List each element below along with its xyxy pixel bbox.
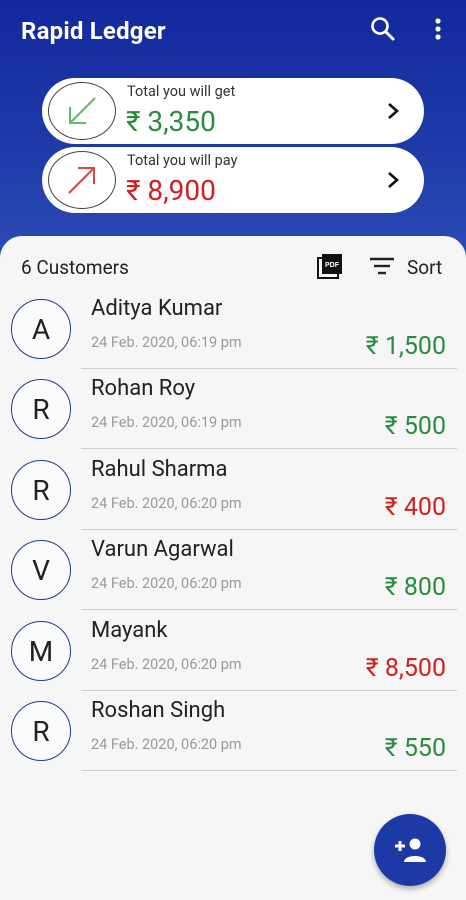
more-options-button[interactable]	[426, 14, 450, 44]
customer-name: Rohan Roy	[91, 376, 196, 401]
header: Rapid Ledger Total you will get ₹ 3,350	[0, 0, 466, 260]
divider	[81, 368, 457, 369]
total-pay-amount: ₹ 8,900	[126, 174, 216, 207]
card-icon-circle	[48, 82, 116, 140]
more-vert-icon	[435, 18, 441, 40]
chevron-right-icon	[388, 103, 399, 119]
app-title: Rapid Ledger	[21, 17, 166, 45]
add-customer-button[interactable]	[374, 814, 446, 886]
customer-date: 24 Feb. 2020, 06:20 pm	[91, 495, 242, 512]
customer-amount: ₹ 8,500	[365, 654, 446, 683]
divider	[81, 529, 457, 530]
arrow-down-left-icon	[69, 97, 96, 124]
total-pay-label: Total you will pay	[127, 152, 238, 169]
avatar: V	[11, 540, 71, 600]
customer-row[interactable]: V Varun Agarwal 24 Feb. 2020, 06:20 pm ₹ 80…	[0, 537, 466, 618]
total-get-card[interactable]: Total you will get ₹ 3,350	[42, 78, 424, 144]
avatar: M	[11, 621, 71, 681]
divider	[81, 448, 457, 449]
pdf-icon: PDF	[317, 254, 342, 279]
chevron-right-icon	[388, 172, 399, 188]
customer-row[interactable]: R Roshan Singh 24 Feb. 2020, 06:20 pm ₹ 550	[0, 698, 466, 779]
customer-row[interactable]: A Aditya Kumar 24 Feb. 2020, 06:19 pm ₹ 1,5…	[0, 296, 466, 377]
divider	[81, 609, 457, 610]
customer-amount: ₹ 550	[384, 734, 446, 763]
card-icon-circle	[48, 151, 116, 209]
sort-icon[interactable]	[369, 256, 395, 276]
customer-row[interactable]: M Mayank 24 Feb. 2020, 06:20 pm ₹ 8,500	[0, 618, 466, 699]
customer-amount: ₹ 800	[384, 573, 446, 602]
search-icon	[371, 17, 395, 41]
divider	[81, 770, 457, 771]
customer-amount: ₹ 400	[384, 493, 446, 522]
search-button[interactable]	[368, 14, 398, 44]
total-pay-card[interactable]: Total you will pay ₹ 8,900	[42, 147, 424, 213]
arrow-up-right-icon	[68, 167, 95, 194]
sort-button[interactable]: Sort	[407, 256, 442, 279]
customer-amount: ₹ 1,500	[365, 332, 446, 361]
customer-date: 24 Feb. 2020, 06:19 pm	[91, 334, 242, 351]
customer-date: 24 Feb. 2020, 06:20 pm	[91, 656, 242, 673]
customer-row[interactable]: R Rohan Roy 24 Feb. 2020, 06:19 pm ₹ 500	[0, 376, 466, 457]
customer-name: Mayank	[91, 618, 168, 643]
avatar: A	[11, 299, 71, 359]
customer-date: 24 Feb. 2020, 06:20 pm	[91, 575, 242, 592]
pdf-export-button[interactable]: PDF	[316, 252, 344, 280]
divider	[81, 690, 457, 691]
avatar: R	[11, 379, 71, 439]
avatar: R	[11, 460, 71, 520]
add-person-icon	[395, 838, 426, 862]
total-get-label: Total you will get	[127, 83, 236, 100]
customer-name: Varun Agarwal	[91, 537, 234, 562]
customer-date: 24 Feb. 2020, 06:19 pm	[91, 414, 242, 431]
app-bar: Rapid Ledger	[0, 0, 466, 62]
svg-text:PDF: PDF	[325, 262, 340, 269]
customer-name: Rahul Sharma	[91, 457, 228, 482]
customer-amount: ₹ 500	[384, 412, 446, 441]
customer-row[interactable]: R Rahul Sharma 24 Feb. 2020, 06:20 pm ₹ 400	[0, 457, 466, 538]
customer-date: 24 Feb. 2020, 06:20 pm	[91, 736, 242, 753]
customer-count: 6 Customers	[21, 256, 129, 279]
customer-name: Aditya Kumar	[91, 296, 223, 321]
avatar: R	[11, 701, 71, 761]
total-get-amount: ₹ 3,350	[126, 105, 216, 138]
customer-name: Roshan Singh	[91, 698, 226, 723]
